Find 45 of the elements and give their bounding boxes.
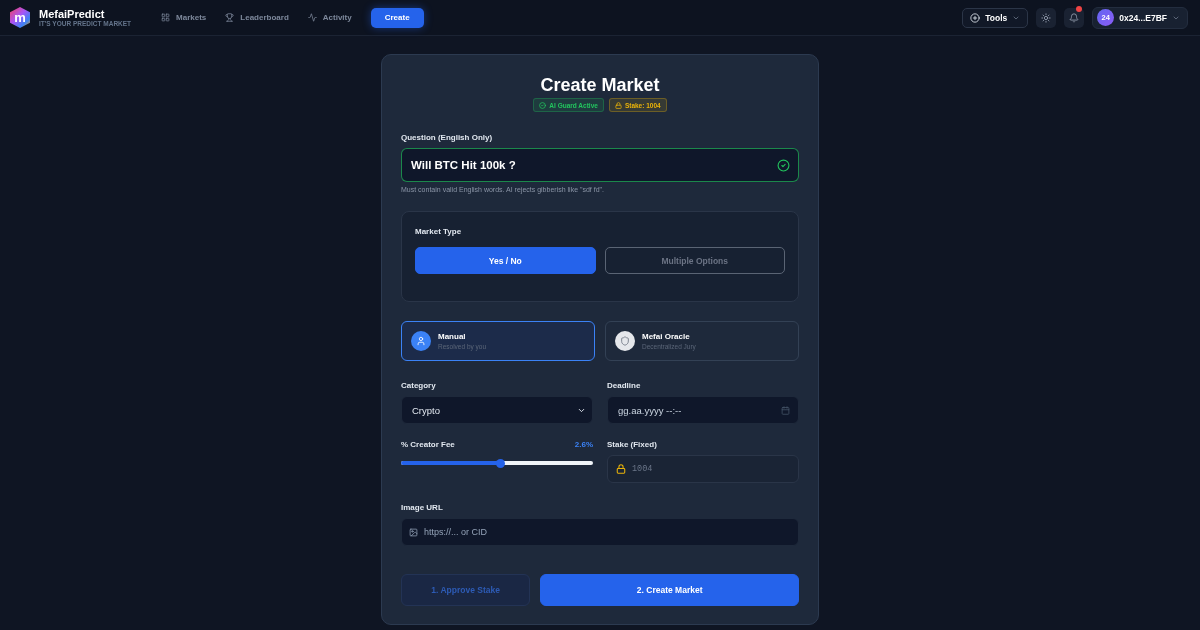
category-select[interactable]: Crypto xyxy=(401,396,593,424)
grid-icon xyxy=(161,13,171,22)
action-button[interactable]: 2. Create Market xyxy=(540,574,799,606)
form-title: Create Market xyxy=(540,74,660,96)
brand-name: MefaiPredict xyxy=(39,7,106,20)
nav-link[interactable]: Activity xyxy=(307,7,352,28)
fee-reading: 2.6% xyxy=(574,440,593,450)
shield-icon xyxy=(615,331,635,351)
image-icon xyxy=(409,527,418,537)
deadline-input[interactable]: gg.aa.yyyy --:-- xyxy=(607,396,799,424)
field-label: % Creator Fee xyxy=(401,440,455,450)
field-label: Question (English Only) xyxy=(401,133,493,143)
fee-slider-track[interactable] xyxy=(401,461,593,465)
notifications-button[interactable] xyxy=(1064,7,1085,28)
sun-icon xyxy=(1041,12,1052,23)
calendar-icon xyxy=(781,405,790,415)
field-label: Stake (Fixed) xyxy=(607,440,657,450)
resolver-title: Manual xyxy=(438,331,466,342)
check-circle-icon xyxy=(539,101,547,109)
nav-link[interactable]: Leaderboard xyxy=(225,7,289,28)
image-url-input[interactable]: https://... or CID xyxy=(401,518,799,546)
lock-icon xyxy=(616,464,626,474)
trophy-icon xyxy=(225,13,235,22)
field-label: Deadline xyxy=(607,381,641,391)
nav-link[interactable]: Create xyxy=(370,7,424,28)
stake-input[interactable]: 1004 xyxy=(607,455,799,483)
resolver-title: Mefai Oracle xyxy=(642,331,690,342)
bell-icon xyxy=(1069,12,1080,23)
lock-icon xyxy=(614,101,622,109)
plus-circle-icon xyxy=(970,12,981,23)
market-type-option[interactable]: Multiple Options xyxy=(604,247,785,274)
theme-toggle-button[interactable] xyxy=(1036,7,1057,28)
user-icon xyxy=(411,331,431,351)
field-label: Image URL xyxy=(401,503,443,513)
check-circle-icon xyxy=(777,158,790,172)
market-type-option[interactable]: Yes / No xyxy=(415,247,596,274)
logo-mark: m xyxy=(10,7,30,28)
nav-link[interactable]: Markets xyxy=(161,7,207,28)
field-label: Market Type xyxy=(415,227,462,237)
question-input[interactable]: Will BTC Hit 100k ? xyxy=(401,148,799,182)
slider-thumb[interactable] xyxy=(496,458,506,468)
field-label: Category xyxy=(401,381,436,391)
tools-button[interactable]: Tools xyxy=(962,7,1029,28)
wallet-address: 0x24...E7BF xyxy=(1119,12,1167,23)
pulse-icon xyxy=(307,13,317,22)
